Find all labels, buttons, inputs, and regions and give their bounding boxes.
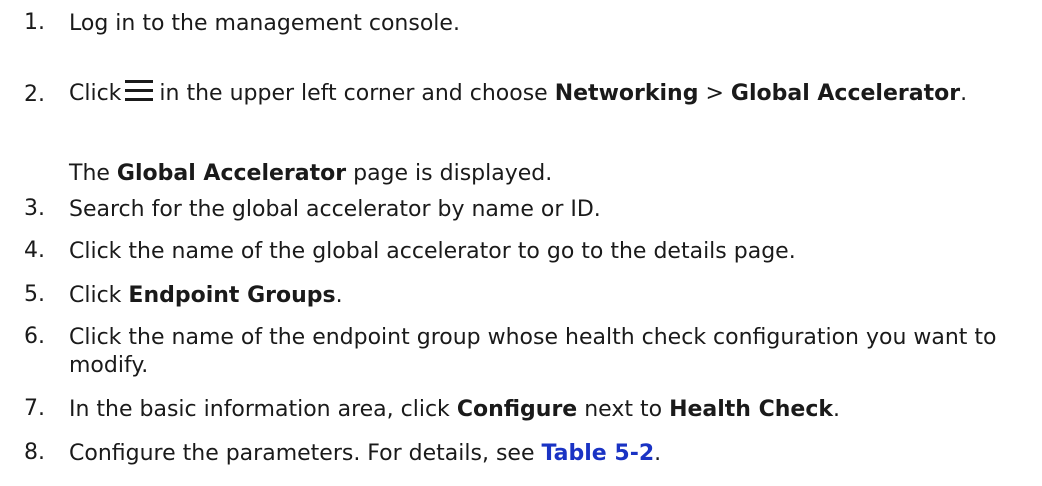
term-configure: Configure [456, 397, 578, 422]
text-displayed: page is displayed. [353, 161, 553, 186]
step-number: 2. [24, 82, 45, 107]
step-text: Search for the global accelerator by nam… [69, 197, 601, 222]
table-5-2-link[interactable]: Table 5-2 [542, 441, 655, 466]
step-2-result: The Global Accelerator page is displayed… [69, 160, 552, 188]
text-click: Click [69, 283, 122, 308]
menu-icon [125, 80, 154, 101]
term-global-accelerator-page: Global Accelerator [116, 161, 347, 186]
step-number: 6. [24, 324, 45, 349]
step-text: Click the name of the endpoint group who… [69, 325, 997, 378]
step-number: 7. [24, 396, 45, 421]
step-number: 1. [24, 10, 45, 35]
term-global-accelerator: Global Accelerator [730, 81, 961, 106]
text-basic-info: In the basic information area, click [69, 397, 450, 422]
period: . [654, 441, 662, 466]
step-number: 4. [24, 238, 45, 263]
period: . [335, 283, 343, 308]
text-corner: in the upper left corner and choose [159, 81, 548, 106]
period: . [960, 81, 968, 106]
step-text: Configure the parameters. For details, s… [69, 440, 1019, 468]
step-number: 3. [24, 196, 45, 221]
text-click: Click [69, 81, 122, 106]
term-networking: Networking [554, 81, 699, 106]
text-configure-params: Configure the parameters. For details, s… [69, 441, 535, 466]
separator: > [705, 81, 724, 106]
step-number: 5. [24, 282, 45, 307]
step-text: Click Endpoint Groups. [69, 282, 1019, 310]
step-number: 8. [24, 440, 45, 465]
term-health-check: Health Check [669, 397, 834, 422]
text-the: The [69, 161, 110, 186]
term-endpoint-groups: Endpoint Groups [128, 283, 336, 308]
text-next-to: next to [584, 397, 663, 422]
step-text: Click the name of the global accelerator… [69, 239, 796, 264]
step-text: Click in the upper left corner and choose… [69, 80, 1019, 108]
period: . [833, 397, 841, 422]
step-text: Log in to the management console. [69, 11, 460, 36]
step-text: In the basic information area, click Con… [69, 396, 1019, 424]
